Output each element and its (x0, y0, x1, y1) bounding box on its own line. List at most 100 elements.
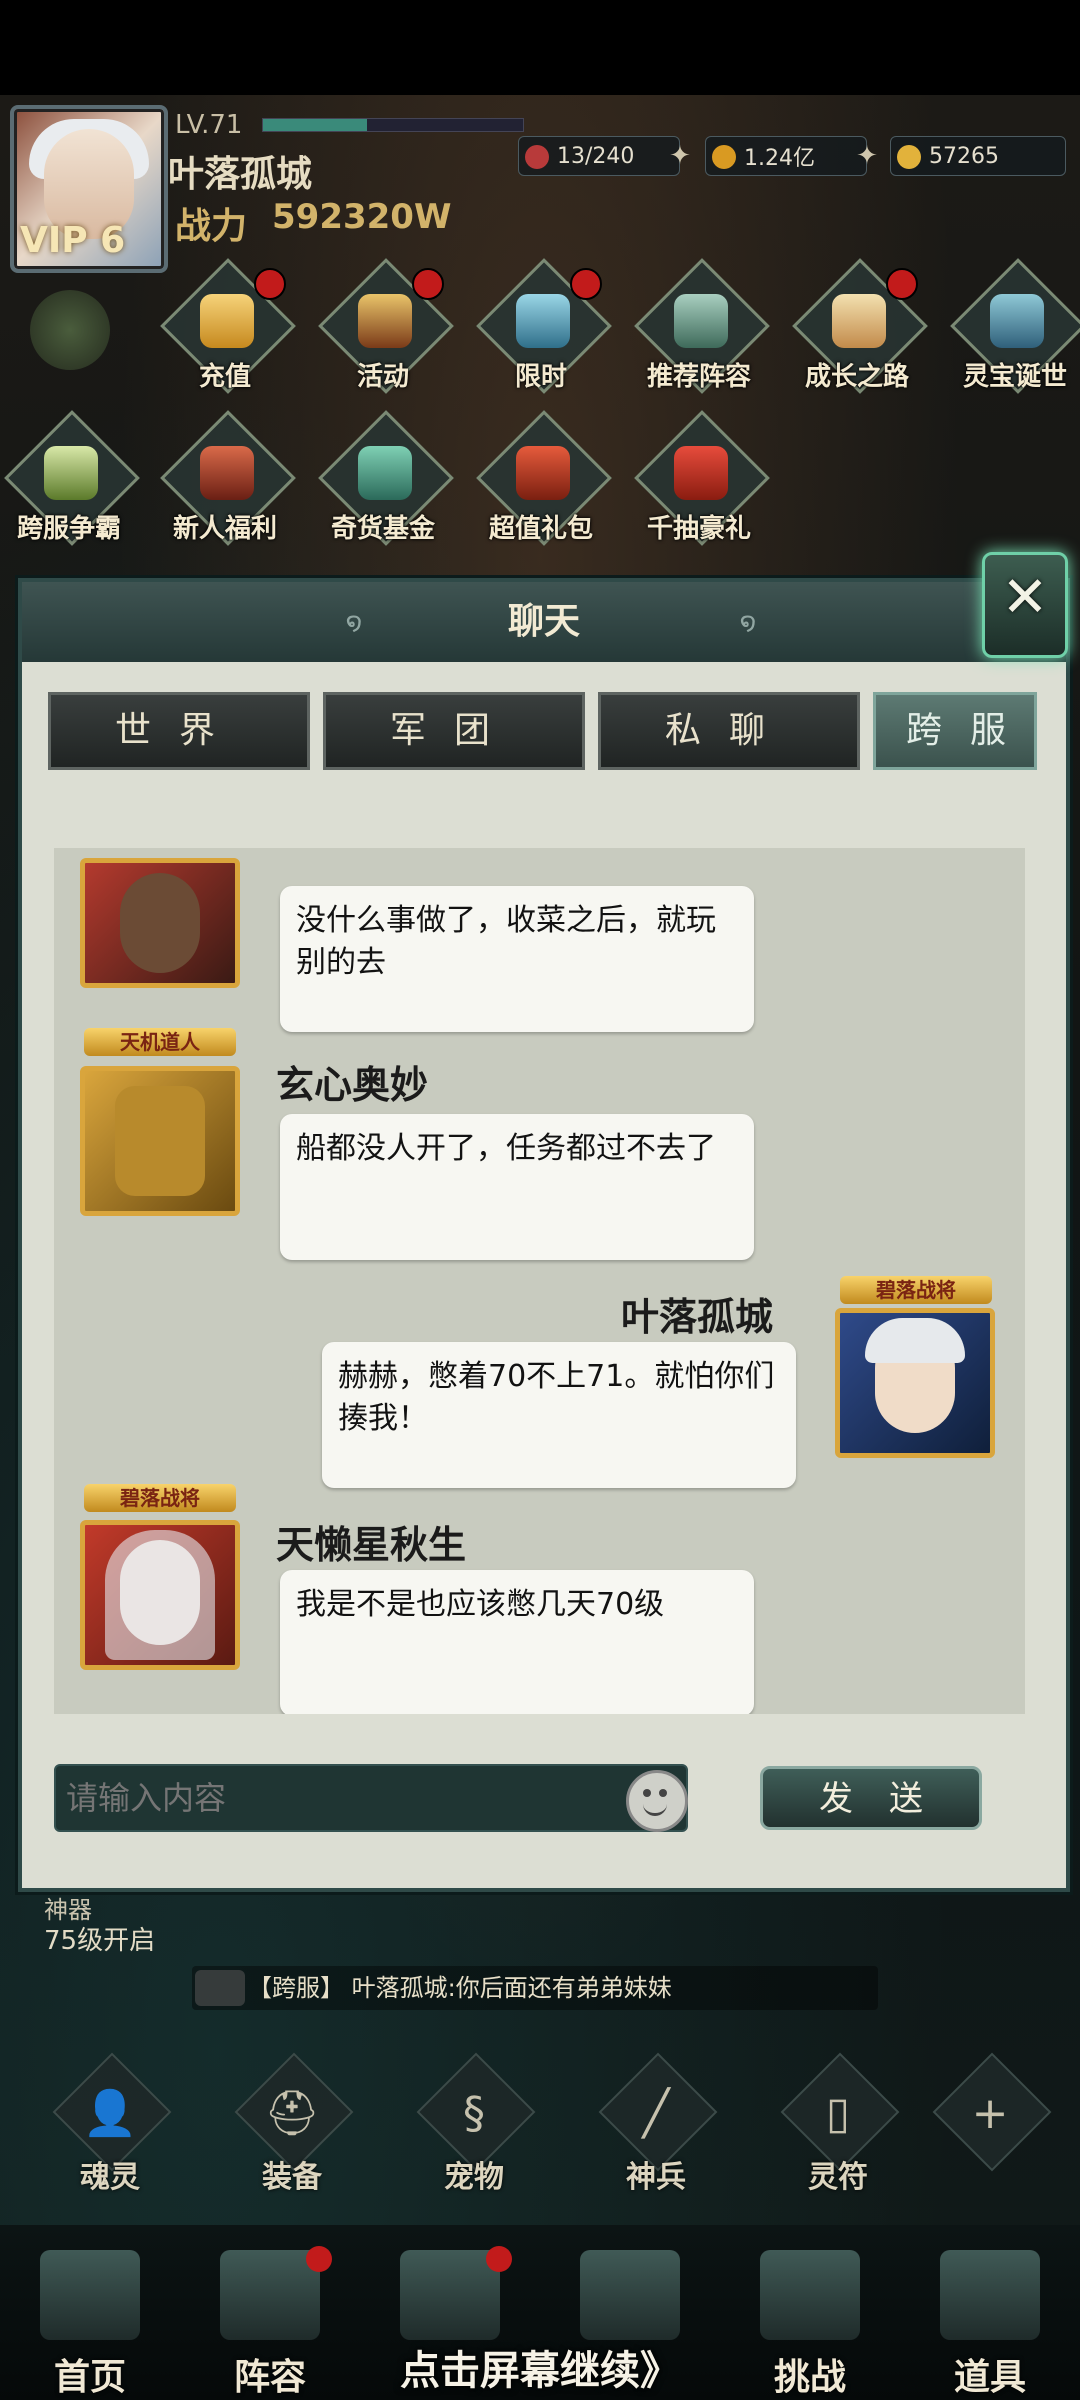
notification-dot (886, 268, 918, 300)
power-label: 战力 (175, 206, 248, 247)
activity-spirit-treasure[interactable]: 灵宝诞世 (950, 258, 1080, 398)
feature-pet[interactable]: § 宠物 (414, 2052, 536, 2195)
notification-dot (412, 268, 444, 300)
message-bubble: 船都没人开了，任务都过不去了 (280, 1114, 754, 1260)
activity-events[interactable]: 活动 (318, 258, 454, 398)
activity-label: 超值礼包 (488, 514, 593, 544)
tap-to-continue[interactable]: 点击屏幕继续》 (0, 2338, 1080, 2396)
activity-value-pack[interactable]: 超值礼包 (476, 410, 612, 550)
stamina-resource[interactable]: 13/240 ✦ (518, 136, 691, 176)
tab-legion[interactable]: 军团 (323, 692, 585, 770)
coins-resource[interactable]: 1.24亿 ✦ (705, 136, 878, 176)
activity-label: 千抽豪礼 (646, 514, 751, 544)
message-author: 天懒星秋生 (276, 1523, 467, 1567)
ingots-resource[interactable]: 57265 (890, 136, 1066, 176)
activity-limited[interactable]: 限时 (476, 258, 612, 398)
emoji-mouth (643, 1803, 667, 1816)
chat-ticker[interactable]: 【跨服】 叶落孤城:你后面还有弟弟妹妹 (192, 1966, 878, 2010)
activity-fund[interactable]: 奇货基金 (318, 410, 454, 550)
activity-label: 灵宝诞世 (962, 362, 1067, 392)
message-author: 玄心奥妙 (276, 1063, 429, 1107)
notification-dot (254, 268, 286, 300)
player-level: LV.71 (175, 110, 243, 140)
coins-value: 1.24亿 (744, 146, 815, 171)
feature-divine-weapon[interactable]: ╱ 神兵 (596, 2052, 718, 2195)
activity-recharge[interactable]: 充值 (160, 258, 296, 398)
pet-icon: § (463, 2088, 485, 2139)
tab-private[interactable]: 私聊 (598, 692, 860, 770)
notification-dot (570, 268, 602, 300)
add-coins-icon[interactable]: ✦ (852, 141, 882, 171)
vip-badge: VIP 6 (20, 220, 126, 261)
crossed-swords-icon (580, 2250, 680, 2340)
message-bubble: 没什么事做了，收菜之后，就玩别的去 (280, 886, 754, 1032)
chat-message-list[interactable]: 没什么事做了，收菜之后，就玩别的去 天机道人 玄心奥妙 船都没人开了，任务都过不… (54, 848, 1025, 1714)
emoji-eye (643, 1789, 651, 1797)
gold-ingot-icon (897, 145, 921, 169)
message-avatar[interactable] (835, 1308, 995, 1458)
message-bubble: 赫赫，憋着70不上71。就怕你们揍我！ (322, 1342, 796, 1488)
activity-label: 限时 (514, 362, 567, 392)
player-name: 叶落孤城 (168, 154, 313, 195)
sword-icon: ╱ (642, 2088, 670, 2139)
feature-soul[interactable]: 👤 魂灵 (50, 2052, 172, 2195)
activity-label: 跨服争霸 (16, 514, 121, 544)
message-bubble: 我是不是也应该憋几天70级 (280, 1570, 754, 1714)
treasure-icon (516, 294, 570, 348)
feature-talisman[interactable]: ▯ 灵符 (778, 2052, 900, 2195)
feature-label: 宠物 (444, 2160, 504, 2195)
message-avatar[interactable] (80, 1520, 240, 1670)
gold-coin-icon (712, 145, 736, 169)
chat-input[interactable] (54, 1764, 688, 1832)
activity-thousand-draws[interactable]: 千抽豪礼 (634, 410, 770, 550)
red-scroll-icon (674, 446, 728, 500)
close-icon: ✕ (1001, 565, 1049, 630)
activity-label: 成长之路 (804, 362, 909, 392)
gift-box-icon (516, 446, 570, 500)
chat-title: 聊天 (507, 601, 580, 642)
gold-ingot-icon (200, 294, 254, 348)
activity-label: 活动 (356, 362, 409, 392)
feature-more[interactable]: + (930, 2052, 1052, 2180)
emoji-eye (659, 1789, 667, 1797)
activity-label: 奇货基金 (330, 514, 435, 544)
activity-label: 新人福利 (172, 514, 277, 544)
activity-recommended-lineup[interactable]: 推荐阵容 (634, 258, 770, 398)
activity-growth-path[interactable]: 成长之路 (792, 258, 928, 398)
activity-label: 充值 (198, 362, 251, 392)
feature-label: 魂灵 (80, 2160, 140, 2195)
notification-dot (306, 2246, 332, 2272)
soul-icon: 👤 (82, 2088, 138, 2139)
message-avatar[interactable] (80, 1066, 240, 1216)
gift-box-icon (358, 294, 412, 348)
title-badge: 碧落战将 (840, 1276, 992, 1304)
red-gem-icon (525, 145, 549, 169)
status-bar-area (0, 0, 1080, 95)
message-avatar[interactable] (80, 858, 240, 988)
feature-equipment[interactable]: ⛑ 装备 (232, 2052, 354, 2195)
crown-icon (44, 446, 98, 500)
portrait-hair (105, 1530, 215, 1660)
level-progress-fill (263, 119, 367, 131)
swirl-ornament-icon: ໑ (739, 607, 757, 637)
tab-world[interactable]: 世界 (48, 692, 310, 770)
activity-newbie-welfare[interactable]: 新人福利 (160, 410, 296, 550)
close-button[interactable]: ✕ (982, 552, 1068, 658)
message-author: 叶落孤城 (621, 1295, 774, 1339)
activity-cross-server[interactable]: 跨服争霸 (4, 410, 140, 550)
portrait-hair (865, 1318, 965, 1363)
talisman-icon: ▯ (825, 2088, 851, 2139)
artifact-unlock-text: 75级开启 (44, 1926, 156, 1956)
power-value: 592320W (272, 197, 452, 237)
helmet-icon: ⛑ (264, 2088, 320, 2139)
gift-bag-icon (200, 446, 254, 500)
add-stamina-icon[interactable]: ✦ (665, 141, 695, 171)
warrior-icon (674, 294, 728, 348)
send-button[interactable]: 发送 (760, 1766, 982, 1830)
portrait-face (115, 1086, 205, 1196)
emoji-icon[interactable] (626, 1770, 688, 1832)
portrait-face (120, 873, 200, 973)
swirl-emblem-icon (30, 290, 110, 370)
tab-cross-server[interactable]: 跨服 (873, 692, 1037, 770)
feature-label: 神兵 (626, 2160, 686, 2195)
